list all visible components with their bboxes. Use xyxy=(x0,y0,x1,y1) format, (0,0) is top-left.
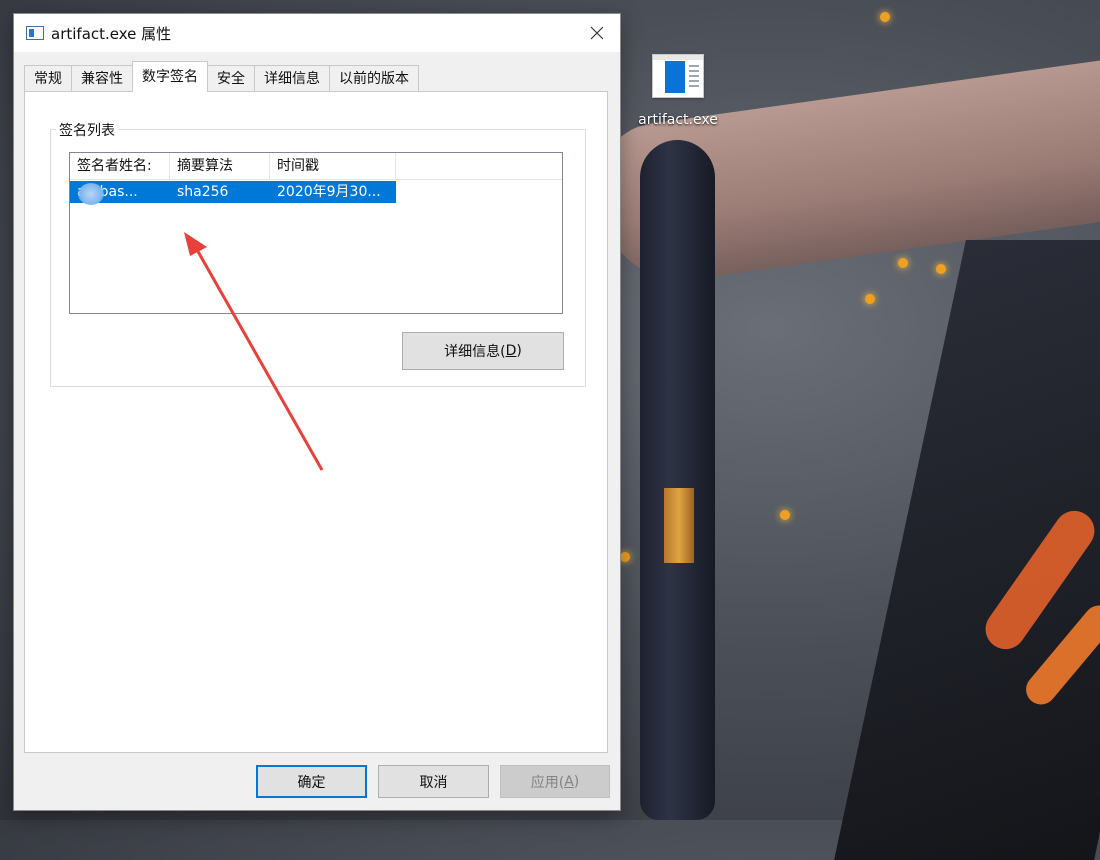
tab-compatibility[interactable]: 兼容性 xyxy=(71,65,133,92)
close-icon xyxy=(590,26,604,40)
desktop-icon-artifact[interactable]: artifact.exe xyxy=(636,54,720,128)
properties-dialog: artifact.exe 属性 常规 兼容性 数字签名 安全 详细信息 以前的版… xyxy=(13,13,621,811)
wallpaper-gold-band xyxy=(664,488,694,563)
tab-general[interactable]: 常规 xyxy=(24,65,72,92)
apply-button-label: 应用( xyxy=(530,774,565,791)
wallpaper-spark xyxy=(780,510,790,520)
signature-list[interactable]: 签名者姓名: 摘要算法 时间戳 atabas... sha256 2020年9月… xyxy=(69,152,563,314)
tab-previous-versions[interactable]: 以前的版本 xyxy=(329,65,419,92)
wallpaper-spark xyxy=(880,12,890,22)
table-row[interactable]: atabas... sha256 2020年9月30... xyxy=(70,181,396,203)
tab-details[interactable]: 详细信息 xyxy=(254,65,330,92)
wallpaper-spark xyxy=(898,258,908,268)
apply-button-mnemonic: A xyxy=(564,773,574,790)
group-title: 签名列表 xyxy=(56,120,118,140)
desktop-icon-label: artifact.exe xyxy=(638,112,718,128)
details-button[interactable]: 详细信息(D) xyxy=(402,332,564,370)
cell-timestamp: 2020年9月30... xyxy=(277,184,381,200)
window-app-icon xyxy=(26,26,44,40)
window-title: artifact.exe 属性 xyxy=(51,24,172,43)
tab-digital-signatures[interactable]: 数字签名 xyxy=(132,61,208,92)
column-timestamp[interactable]: 时间戳 xyxy=(270,153,396,179)
title-bar[interactable]: artifact.exe 属性 xyxy=(14,14,620,52)
list-header: 签名者姓名: 摘要算法 时间戳 xyxy=(70,153,562,180)
column-signer[interactable]: 签名者姓名: xyxy=(70,153,170,179)
ok-button[interactable]: 确定 xyxy=(256,765,367,798)
signature-list-group: 签名列表 签名者姓名: 摘要算法 时间戳 atabas... sha256 20… xyxy=(50,120,586,387)
column-digest[interactable]: 摘要算法 xyxy=(170,153,270,179)
tab-strip: 常规 兼容性 数字签名 安全 详细信息 以前的版本 xyxy=(24,61,419,92)
exe-file-icon xyxy=(652,54,704,98)
tab-panel: 签名列表 签名者姓名: 摘要算法 时间戳 atabas... sha256 20… xyxy=(24,91,608,753)
tab-security[interactable]: 安全 xyxy=(207,65,255,92)
apply-button[interactable]: 应用(A) xyxy=(500,765,610,798)
apply-button-suffix: ) xyxy=(573,773,580,790)
details-button-label: 详细信息( xyxy=(444,344,506,360)
cancel-button[interactable]: 取消 xyxy=(378,765,489,798)
wallpaper-spark xyxy=(936,264,946,274)
wallpaper-spark xyxy=(865,294,875,304)
wallpaper-braid xyxy=(640,140,715,820)
close-button[interactable] xyxy=(574,14,620,52)
details-button-suffix: ) xyxy=(516,343,522,359)
wallpaper-spark xyxy=(620,552,630,562)
cell-digest: sha256 xyxy=(177,184,229,200)
details-button-mnemonic: D xyxy=(505,343,517,359)
redaction-blur xyxy=(78,183,104,205)
